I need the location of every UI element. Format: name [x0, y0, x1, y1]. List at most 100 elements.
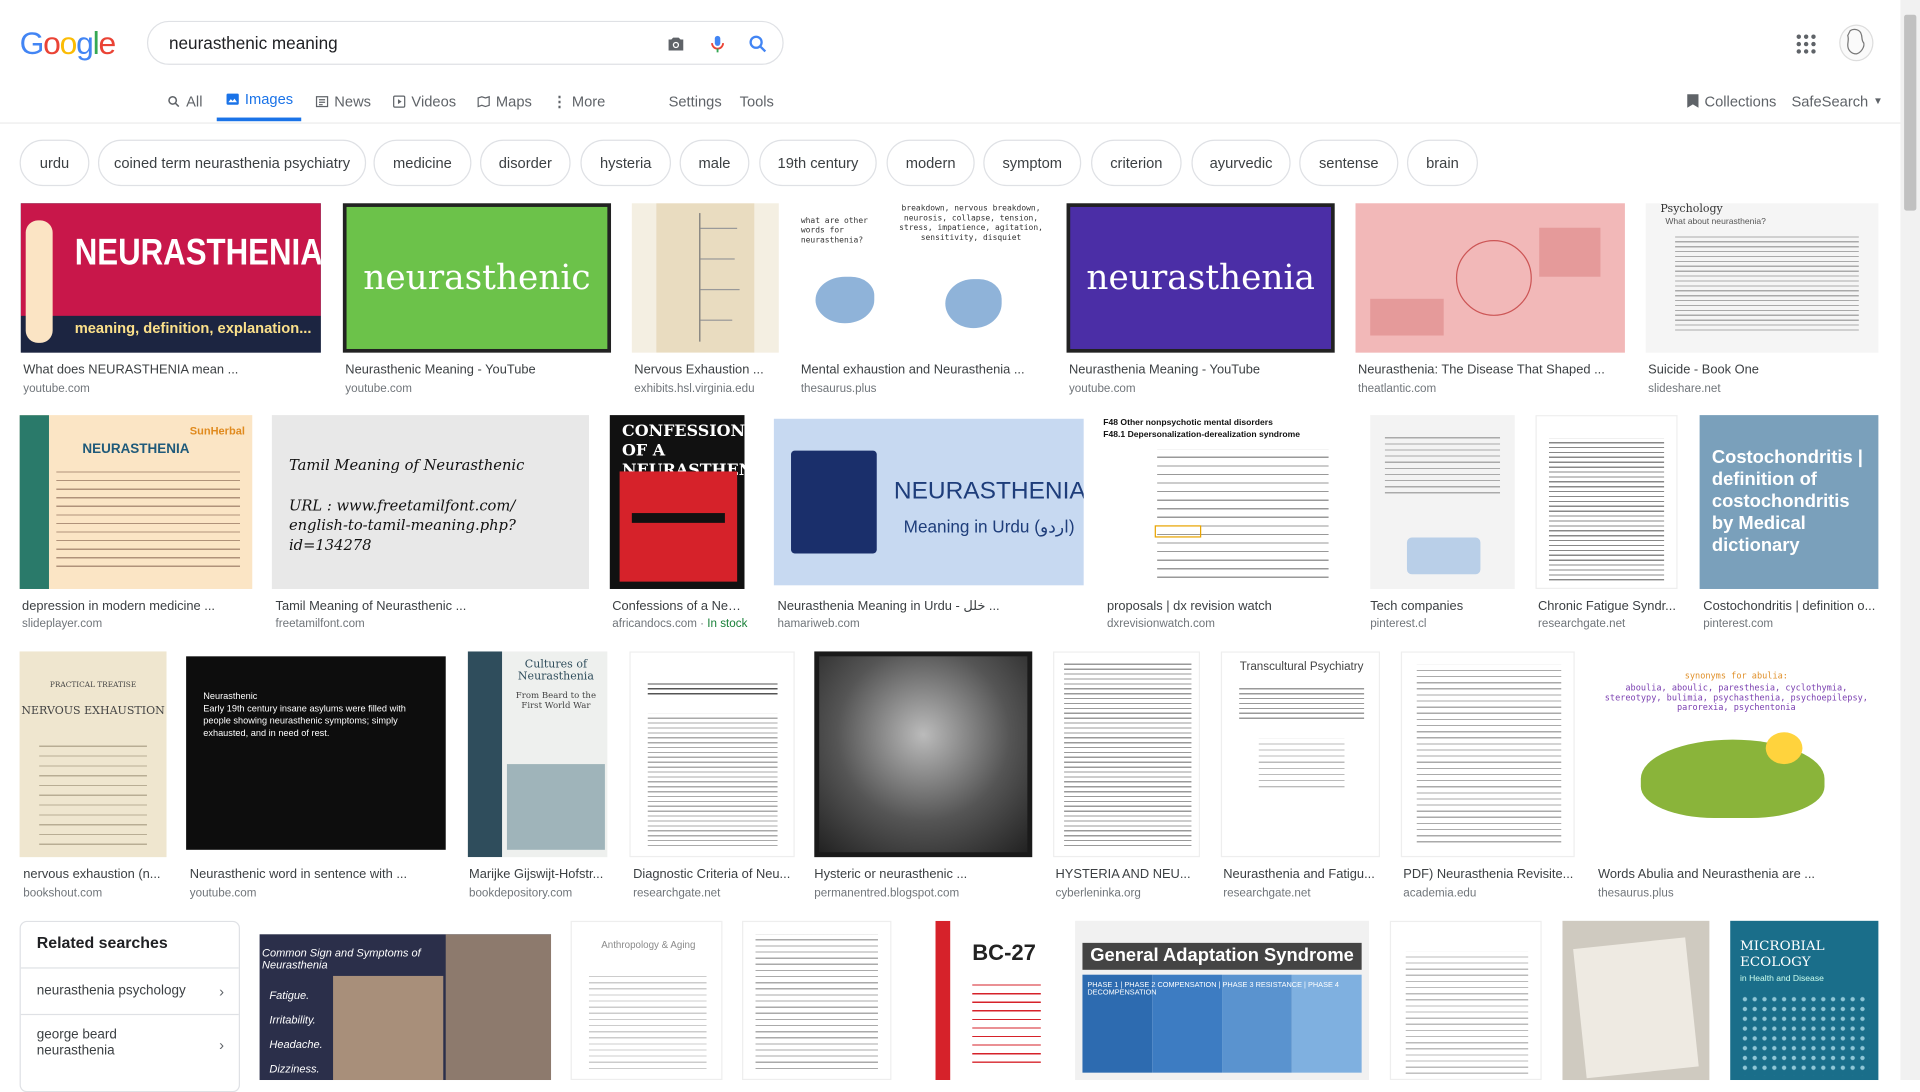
result-caption[interactable]: Suicide - Book One [1648, 362, 1878, 377]
result-thumbnail[interactable]: NEURASTHENIA Meaning in Urdu (اردو) [773, 418, 1084, 586]
result-thumbnail[interactable]: neurasthenic [342, 203, 612, 353]
result-thumbnail[interactable] [1562, 920, 1710, 1081]
result-source[interactable]: academia.edu [1403, 887, 1476, 900]
collections-button[interactable]: Collections [1686, 81, 1776, 121]
result-source[interactable]: youtube.com [23, 382, 90, 395]
chip-medicine[interactable]: medicine [373, 139, 472, 187]
result-caption[interactable]: Tech companies [1370, 599, 1514, 614]
result-source[interactable]: africandocs.com · In stock [612, 617, 747, 630]
result-thumbnail[interactable]: PRACTICAL TREATISE NERVOUS EXHAUSTION [19, 651, 167, 858]
result-thumbnail[interactable]: Cultures of Neurasthenia From Beard to t… [467, 651, 608, 858]
result-caption[interactable]: Hysteric or neurasthenic ... [814, 867, 1030, 882]
tab-more[interactable]: ⋮ More [552, 81, 605, 121]
result-caption[interactable]: What does NEURASTHENIA mean ... [23, 362, 321, 377]
result-source[interactable]: exhibits.hsl.virginia.edu [634, 382, 754, 395]
result-source[interactable]: bookdepository.com [469, 887, 572, 900]
tab-all[interactable]: All [167, 81, 202, 121]
result-thumbnail[interactable] [814, 651, 1033, 858]
chip-urdu[interactable]: urdu [19, 139, 90, 187]
account-avatar[interactable] [1839, 24, 1874, 62]
result-thumbnail[interactable]: SunHerbal NEURASTHENIA [19, 415, 253, 589]
result-thumbnail[interactable]: what are other words for neurasthenia? b… [798, 203, 1046, 353]
result-source[interactable]: pinterest.cl [1370, 617, 1426, 630]
result-thumbnail[interactable]: MICROBIAL ECOLOGY in Health and Disease [1730, 920, 1879, 1081]
camera-icon[interactable] [665, 33, 687, 55]
result-caption[interactable]: Marijke Gijswijt-Hofstr... [469, 867, 607, 882]
result-caption[interactable]: Neurasthenia and Fatigu... [1223, 867, 1380, 882]
result-source[interactable]: researchgate.net [1538, 617, 1625, 630]
result-thumbnail[interactable]: neurasthenia [1066, 203, 1335, 353]
result-source[interactable]: researchgate.net [633, 887, 720, 900]
result-thumbnail[interactable]: Neurasthenic Early 19th century insane a… [186, 656, 446, 850]
result-thumbnail[interactable]: NEURASTHENIA meaning, definition, explan… [20, 203, 321, 353]
result-thumbnail[interactable] [1400, 651, 1575, 858]
result-source[interactable]: theatlantic.com [1358, 382, 1436, 395]
result-caption[interactable]: Neurasthenic word in sentence with ... [190, 867, 446, 882]
result-thumbnail[interactable]: Psychology What about neurasthenia? [1645, 203, 1879, 353]
tab-news[interactable]: News [315, 81, 371, 121]
chip-modern[interactable]: modern [886, 139, 975, 187]
result-thumbnail[interactable] [1355, 203, 1625, 353]
search-input[interactable] [166, 31, 649, 54]
result-caption[interactable]: Diagnostic Criteria of Neu... [633, 867, 795, 882]
result-source[interactable]: dxrevisionwatch.com [1107, 617, 1215, 630]
related-search-item[interactable]: george beard neurasthenia › [20, 1013, 239, 1075]
result-caption[interactable]: Confessions of a Neur... [612, 599, 744, 614]
chip-symptom[interactable]: symptom [983, 139, 1082, 187]
result-thumbnail[interactable] [742, 920, 892, 1081]
result-source[interactable]: cyberleninka.org [1056, 887, 1141, 900]
google-logo[interactable]: Google [20, 24, 117, 62]
result-caption[interactable]: Neurasthenic Meaning - YouTube [345, 362, 611, 377]
search-icon[interactable] [747, 33, 769, 55]
result-caption[interactable]: Mental exhaustion and Neurasthenia ... [801, 362, 1046, 377]
tab-videos[interactable]: Videos [392, 81, 456, 121]
result-thumbnail[interactable]: BC-27 [911, 920, 1051, 1081]
result-source[interactable]: thesaurus.plus [801, 382, 877, 395]
chip-criterion[interactable]: criterion [1091, 139, 1182, 187]
chip-male[interactable]: male [679, 139, 750, 187]
result-thumbnail[interactable]: Anthropology & Aging [570, 920, 723, 1081]
tab-maps[interactable]: Maps [476, 81, 532, 121]
tab-tools[interactable]: Tools [740, 81, 774, 121]
result-thumbnail[interactable]: Common Sign and Symptoms of Neurasthenia… [259, 934, 552, 1081]
result-caption[interactable]: Neurasthenia Meaning in Urdu - خلل ... [778, 599, 1084, 614]
chip-brain[interactable]: brain [1406, 139, 1478, 187]
result-caption[interactable]: Neurasthenia Meaning - YouTube [1069, 362, 1335, 377]
tab-images[interactable]: Images [216, 81, 302, 122]
search-box[interactable] [146, 20, 784, 65]
result-thumbnail[interactable] [631, 203, 779, 353]
result-thumbnail[interactable]: General Adaptation Syndrome PHASE 1 | PH… [1075, 920, 1369, 1081]
result-source[interactable]: bookshout.com [23, 887, 102, 900]
result-caption[interactable]: proposals | dx revision watch [1107, 599, 1349, 614]
result-caption[interactable]: Nervous Exhaustion ... [634, 362, 778, 377]
result-source[interactable]: freetamilfont.com [276, 617, 365, 630]
result-thumbnail[interactable] [1389, 920, 1542, 1081]
safesearch-dropdown[interactable]: SafeSearch ▼ [1791, 81, 1882, 121]
result-source[interactable]: pinterest.com [1703, 617, 1773, 630]
result-source[interactable]: slideshare.net [1648, 382, 1720, 395]
result-caption[interactable]: Words Abulia and Neurasthenia are ... [1598, 867, 1878, 882]
result-source[interactable]: thesaurus.plus [1598, 887, 1674, 900]
chip-hysteria[interactable]: hysteria [580, 139, 672, 187]
chip-ayurvedic[interactable]: ayurvedic [1191, 139, 1291, 187]
result-thumbnail[interactable]: Tamil Meaning of Neurasthenic URL : www.… [271, 415, 589, 589]
result-caption[interactable]: Costochondritis | definition o... [1703, 599, 1878, 614]
result-source[interactable]: permanentred.blogspot.com [814, 887, 959, 900]
related-search-item[interactable]: neurasthenia psychology › [20, 967, 239, 1014]
result-thumbnail[interactable] [629, 651, 795, 858]
result-caption[interactable]: depression in modern medicine ... [22, 599, 252, 614]
microphone-icon[interactable] [707, 33, 729, 55]
result-thumbnail[interactable]: Transcultural Psychiatry [1220, 651, 1381, 858]
result-source[interactable]: researchgate.net [1223, 887, 1310, 900]
result-source[interactable]: youtube.com [1069, 382, 1136, 395]
result-source[interactable]: slideplayer.com [22, 617, 102, 630]
result-thumbnail[interactable] [1053, 651, 1201, 858]
result-caption[interactable]: nervous exhaustion (n... [23, 867, 166, 882]
result-caption[interactable]: PDF) Neurasthenia Revisite... [1403, 867, 1574, 882]
result-thumbnail[interactable]: CONFESSIONS OF A NEURASTHENIC [609, 415, 745, 589]
result-thumbnail[interactable]: synonyms for abulia: aboulia, aboulic, p… [1594, 651, 1879, 858]
tab-settings[interactable]: Settings [669, 81, 722, 121]
result-caption[interactable]: Neurasthenia: The Disease That Shaped ..… [1358, 362, 1625, 377]
apps-grid-icon[interactable] [1796, 34, 1816, 54]
result-thumbnail[interactable]: F48 Other nonpsychotic mental disorders … [1103, 415, 1350, 589]
